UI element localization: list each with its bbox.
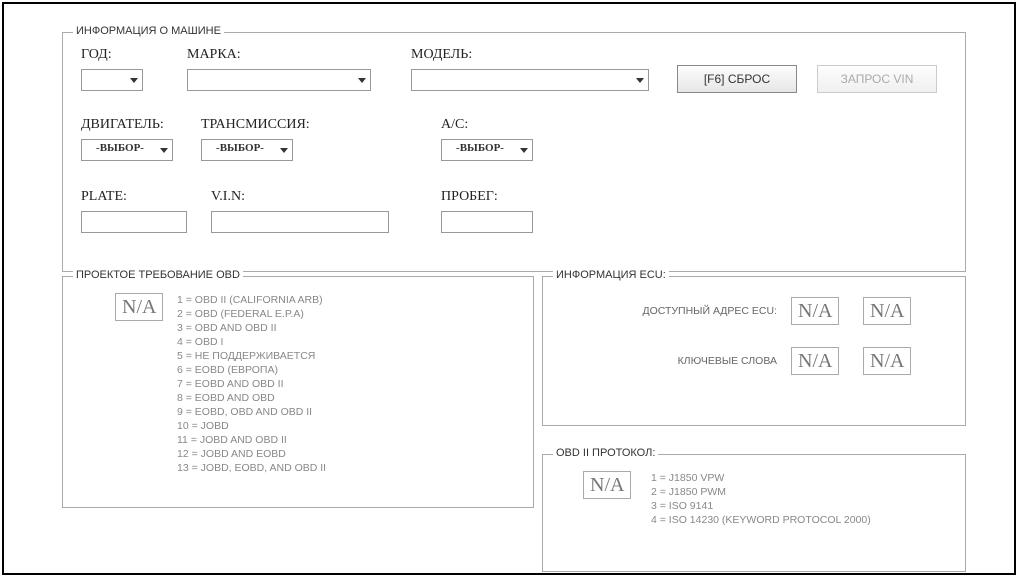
obd-req-line: 2 = OBD (FEDERAL E.P.A) bbox=[177, 307, 326, 321]
vehicle-info-section: ИНФОРМАЦИЯ О МАШИНЕ ГОД: МАРКА: МОДЕЛЬ: … bbox=[62, 32, 966, 272]
year-select[interactable] bbox=[81, 69, 143, 91]
engine-select[interactable]: -ВЫБОР- bbox=[81, 139, 173, 161]
ecu-keywords-value-2: N/A bbox=[863, 347, 911, 375]
obd-req-value: N/A bbox=[115, 293, 163, 321]
proto-legend: 1 = J1850 VPW 2 = J1850 PWM 3 = ISO 9141… bbox=[651, 471, 871, 527]
model-select[interactable] bbox=[411, 69, 649, 91]
obd-req-line: 13 = JOBD, EOBD, AND OBD II bbox=[177, 461, 326, 475]
vehicle-section-title: ИНФОРМАЦИЯ О МАШИНЕ bbox=[73, 25, 224, 37]
year-label: ГОД: bbox=[81, 47, 112, 63]
ac-label: A/C: bbox=[441, 117, 468, 133]
ecu-section-title: ИНФОРМАЦИЯ ECU: bbox=[553, 269, 669, 281]
ecu-keywords-value-1: N/A bbox=[791, 347, 839, 375]
proto-line: 2 = J1850 PWM bbox=[651, 485, 871, 499]
proto-section-title: OBD II ПРОТОКОЛ: bbox=[553, 447, 658, 459]
proto-line: 1 = J1850 VPW bbox=[651, 471, 871, 485]
model-label: МОДЕЛЬ: bbox=[411, 47, 472, 63]
mileage-label: ПРОБЕГ: bbox=[441, 189, 498, 205]
obd-req-line: 1 = OBD II (CALIFORNIA ARB) bbox=[177, 293, 326, 307]
obd-protocol-section: OBD II ПРОТОКОЛ: N/A 1 = J1850 VPW 2 = J… bbox=[542, 454, 966, 572]
obd-req-line: 8 = EOBD AND OBD bbox=[177, 391, 326, 405]
ecu-keywords-label: КЛЮЧЕВЫЕ СЛОВА bbox=[607, 355, 777, 367]
obd-requirement-section: ПРОЕКТОЕ ТРЕБОВАНИЕ OBD N/A 1 = OBD II (… bbox=[62, 276, 534, 508]
ecu-info-section: ИНФОРМАЦИЯ ECU: ДОСТУПНЫЙ АДРЕС ECU: N/A… bbox=[542, 276, 966, 426]
ac-select[interactable]: -ВЫБОР- bbox=[441, 139, 533, 161]
engine-label: ДВИГАТЕЛЬ: bbox=[81, 117, 164, 133]
mileage-input[interactable] bbox=[441, 211, 533, 233]
obd-req-line: 12 = JOBD AND EOBD bbox=[177, 447, 326, 461]
vin-label: V.I.N: bbox=[211, 189, 245, 205]
obd-req-line: 7 = EOBD AND OBD II bbox=[177, 377, 326, 391]
obd-req-title: ПРОЕКТОЕ ТРЕБОВАНИЕ OBD bbox=[73, 269, 243, 281]
obd-req-line: 9 = EOBD, OBD AND OBD II bbox=[177, 405, 326, 419]
proto-line: 3 = ISO 9141 bbox=[651, 499, 871, 513]
request-vin-button: ЗАПРОС VIN bbox=[817, 65, 937, 93]
obd-req-legend: 1 = OBD II (CALIFORNIA ARB) 2 = OBD (FED… bbox=[177, 293, 326, 475]
vin-input[interactable] bbox=[211, 211, 389, 233]
ecu-addr-value-1: N/A bbox=[791, 297, 839, 325]
plate-label: PLATE: bbox=[81, 189, 127, 205]
ecu-addr-value-2: N/A bbox=[863, 297, 911, 325]
proto-value: N/A bbox=[583, 471, 631, 499]
plate-input[interactable] bbox=[81, 211, 187, 233]
proto-line: 4 = ISO 14230 (KEYWORD PROTOCOL 2000) bbox=[651, 513, 871, 527]
ecu-addr-label: ДОСТУПНЫЙ АДРЕС ECU: bbox=[607, 305, 777, 317]
obd-req-line: 6 = EOBD (ЕВРОПА) bbox=[177, 363, 326, 377]
obd-req-line: 4 = OBD I bbox=[177, 335, 326, 349]
make-label: МАРКА: bbox=[187, 47, 241, 63]
obd-req-line: 11 = JOBD AND OBD II bbox=[177, 433, 326, 447]
transmission-select[interactable]: -ВЫБОР- bbox=[201, 139, 293, 161]
make-select[interactable] bbox=[187, 69, 371, 91]
transmission-label: ТРАНСМИССИЯ: bbox=[201, 117, 310, 133]
reset-button[interactable]: [F6] СБРОС bbox=[677, 65, 797, 93]
obd-req-line: 3 = OBD AND OBD II bbox=[177, 321, 326, 335]
obd-req-line: 5 = НЕ ПОДДЕРЖИВАЕТСЯ bbox=[177, 349, 326, 363]
obd-req-line: 10 = JOBD bbox=[177, 419, 326, 433]
